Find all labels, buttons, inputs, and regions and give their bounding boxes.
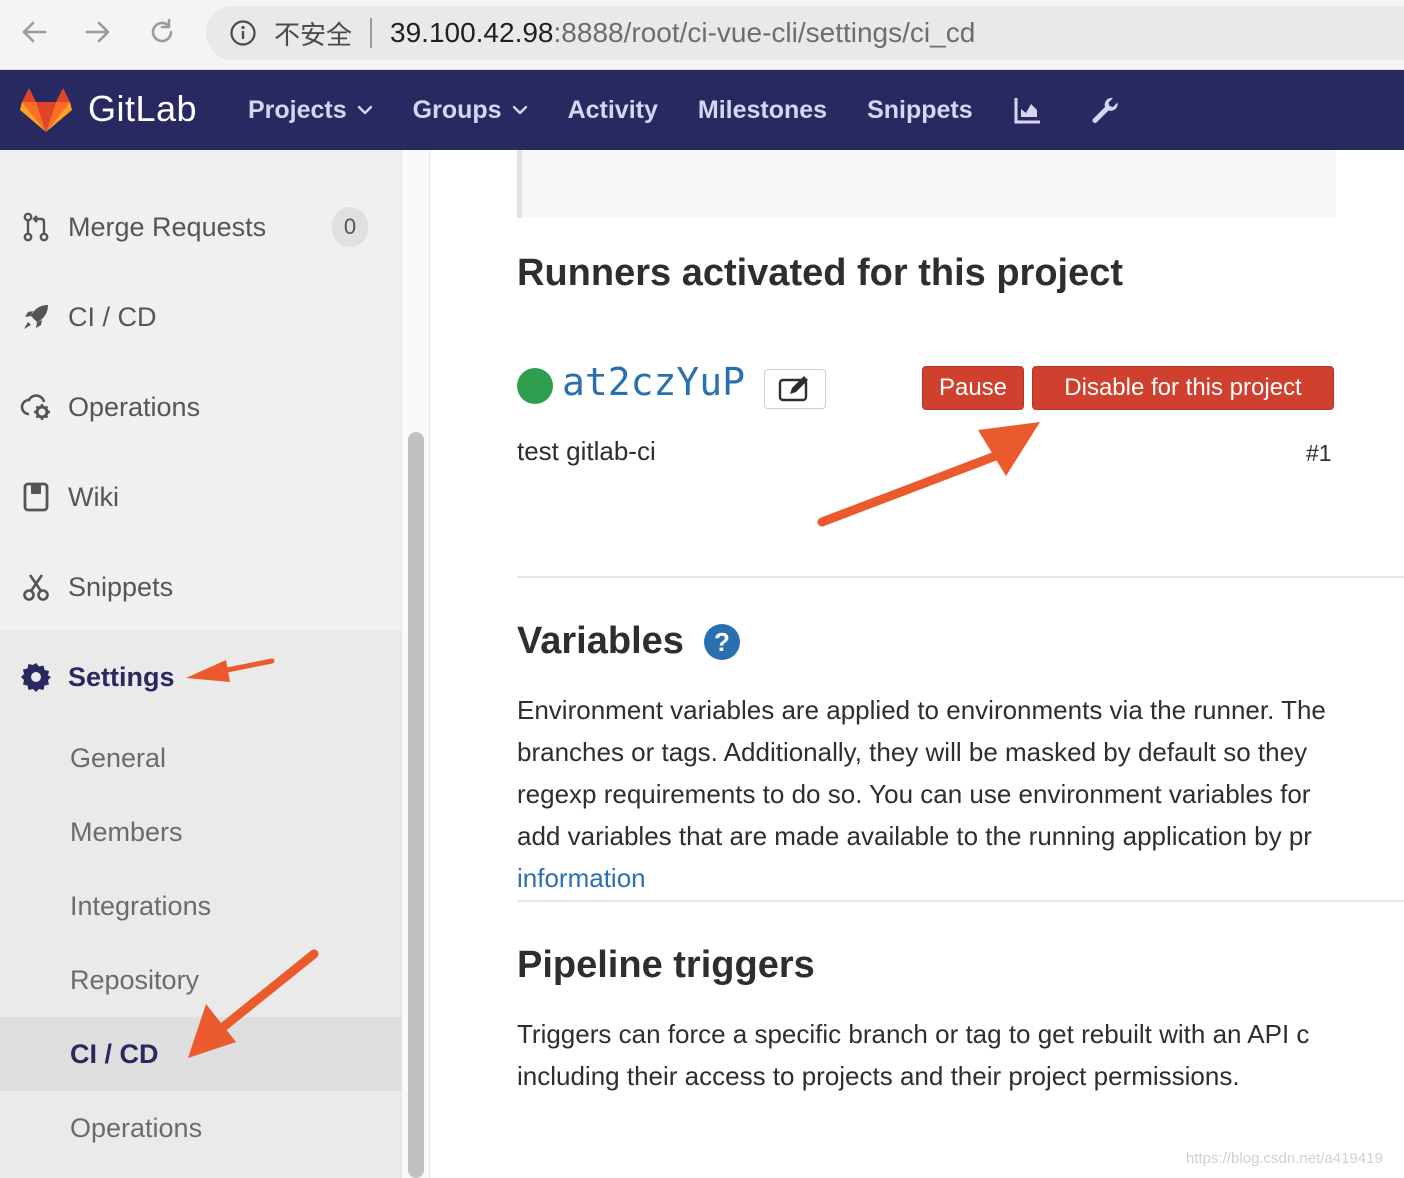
nav-projects-label: Projects — [248, 95, 347, 124]
variables-text-line: regexp requirements to do so. You can us… — [517, 779, 1311, 809]
arrow-right-icon — [85, 21, 110, 43]
settings-sub-label: Integrations — [70, 890, 212, 921]
settings-sub-ci-cd[interactable]: CI / CD — [0, 1017, 401, 1091]
settings-sub-operations[interactable]: Operations — [0, 1091, 401, 1165]
sidebar-scrollbar[interactable] — [408, 432, 424, 1178]
chart-icon[interactable] — [1013, 95, 1043, 125]
sidebar-item-label: Operations — [68, 391, 201, 422]
chevron-down-icon — [512, 105, 527, 115]
rocket-icon — [20, 301, 52, 333]
arrow-left-icon — [22, 21, 47, 43]
variables-text-line: branches or tags. Additionally, they wil… — [517, 737, 1308, 767]
sidebar-item-label: Settings — [68, 661, 175, 692]
variables-description: Environment variables are applied to env… — [517, 689, 1404, 899]
settings-sub-label: Repository — [70, 964, 200, 995]
settings-sub-integrations[interactable]: Integrations — [0, 869, 401, 943]
watermark: https://blog.csdn.net/a419419 — [1186, 1150, 1383, 1167]
address-bar[interactable]: 不安全 39.100.42.98:8888/root/ci-vue-cli/se… — [206, 6, 1404, 60]
sidebar-item-label: Merge Requests — [68, 211, 267, 242]
merge-request-icon — [20, 211, 52, 243]
main-content: Runners activated for this project at2cz… — [430, 150, 1404, 1178]
forward-button[interactable] — [80, 14, 116, 50]
settings-sub-repository[interactable]: Repository — [0, 943, 401, 1017]
sidebar: Merge Requests 0 CI / CD Operations Wiki… — [0, 150, 402, 1178]
settings-sub-members[interactable]: Members — [0, 795, 401, 869]
merge-requests-count-badge: 0 — [332, 207, 368, 247]
runners-heading: Runners activated for this project — [517, 252, 1124, 294]
nav-groups[interactable]: Groups — [413, 96, 528, 125]
pipeline-triggers-heading: Pipeline triggers — [517, 944, 815, 986]
reload-button[interactable] — [144, 14, 180, 50]
gitlab-logo-icon[interactable] — [20, 86, 72, 134]
runner-token-link[interactable]: at2czYuP — [562, 360, 745, 404]
nav-projects[interactable]: Projects — [248, 96, 373, 125]
sidebar-item-label: Wiki — [68, 481, 119, 512]
triggers-text-line: including their access to projects and t… — [517, 1061, 1240, 1091]
nav-milestones[interactable]: Milestones — [698, 96, 827, 125]
gear-icon — [20, 661, 52, 693]
browser-toolbar: 不安全 39.100.42.98:8888/root/ci-vue-cli/se… — [0, 0, 1404, 70]
info-icon[interactable] — [228, 18, 258, 48]
scissors-icon — [20, 571, 52, 603]
settings-sub-general[interactable]: General — [0, 721, 401, 795]
sidebar-item-operations[interactable]: Operations — [0, 362, 401, 452]
variables-heading: Variables — [517, 620, 684, 662]
sidebar-item-settings[interactable]: Settings — [0, 632, 401, 722]
sidebar-item-label: Snippets — [68, 571, 174, 602]
more-information-link[interactable]: information — [517, 857, 1404, 899]
cloud-gear-icon — [20, 391, 52, 423]
pause-runner-button[interactable]: Pause — [922, 366, 1024, 410]
chevron-down-icon — [357, 105, 372, 115]
url-host: 39.100.42.98 — [390, 17, 554, 48]
runner-id: #1 — [1306, 440, 1332, 466]
settings-sub-label: Operations — [70, 1112, 203, 1143]
security-label: 不安全 — [274, 20, 353, 51]
nav-snippets[interactable]: Snippets — [867, 96, 973, 125]
disable-runner-button[interactable]: Disable for this project — [1032, 366, 1334, 410]
settings-sub-label: CI / CD — [70, 1038, 159, 1069]
sidebar-item-ci-cd[interactable]: CI / CD — [0, 272, 401, 362]
settings-sub-label: General — [70, 742, 167, 773]
triggers-text-line: Triggers can force a specific branch or … — [517, 1019, 1310, 1049]
settings-sub-label: Members — [70, 816, 183, 847]
sidebar-item-label: CI / CD — [68, 301, 157, 332]
edit-runner-button[interactable] — [764, 369, 826, 409]
wrench-icon[interactable] — [1089, 95, 1119, 125]
variables-text-line: Environment variables are applied to env… — [517, 695, 1326, 725]
section-divider — [517, 900, 1404, 902]
section-divider — [517, 576, 1404, 578]
reload-icon — [151, 18, 173, 43]
url-path: :8888/root/ci-vue-cli/settings/ci_cd — [553, 17, 976, 48]
book-icon — [20, 481, 52, 513]
runner-status-indicator — [517, 368, 553, 404]
back-button[interactable] — [16, 14, 52, 50]
question-icon[interactable]: ? — [704, 624, 740, 660]
runner-description: test gitlab-ci — [517, 436, 656, 466]
gitlab-header: GitLab Projects Groups Activity Mileston… — [0, 70, 1404, 150]
sidebar-item-merge-requests[interactable]: Merge Requests 0 — [0, 182, 401, 272]
sidebar-item-wiki[interactable]: Wiki — [0, 452, 401, 542]
sidebar-item-snippets[interactable]: Snippets — [0, 542, 401, 632]
triggers-description: Triggers can force a specific branch or … — [517, 1013, 1404, 1097]
nav-activity[interactable]: Activity — [568, 96, 658, 125]
nav-groups-label: Groups — [412, 95, 502, 124]
previous-section-block — [517, 150, 1336, 218]
variables-text-line: add variables that are made available to… — [517, 821, 1312, 851]
gitlab-brand[interactable]: GitLab — [88, 88, 197, 130]
top-nav: Projects Groups Activity Milestones Snip… — [248, 70, 1165, 150]
edit-icon — [778, 376, 808, 402]
url-separator — [370, 18, 373, 48]
